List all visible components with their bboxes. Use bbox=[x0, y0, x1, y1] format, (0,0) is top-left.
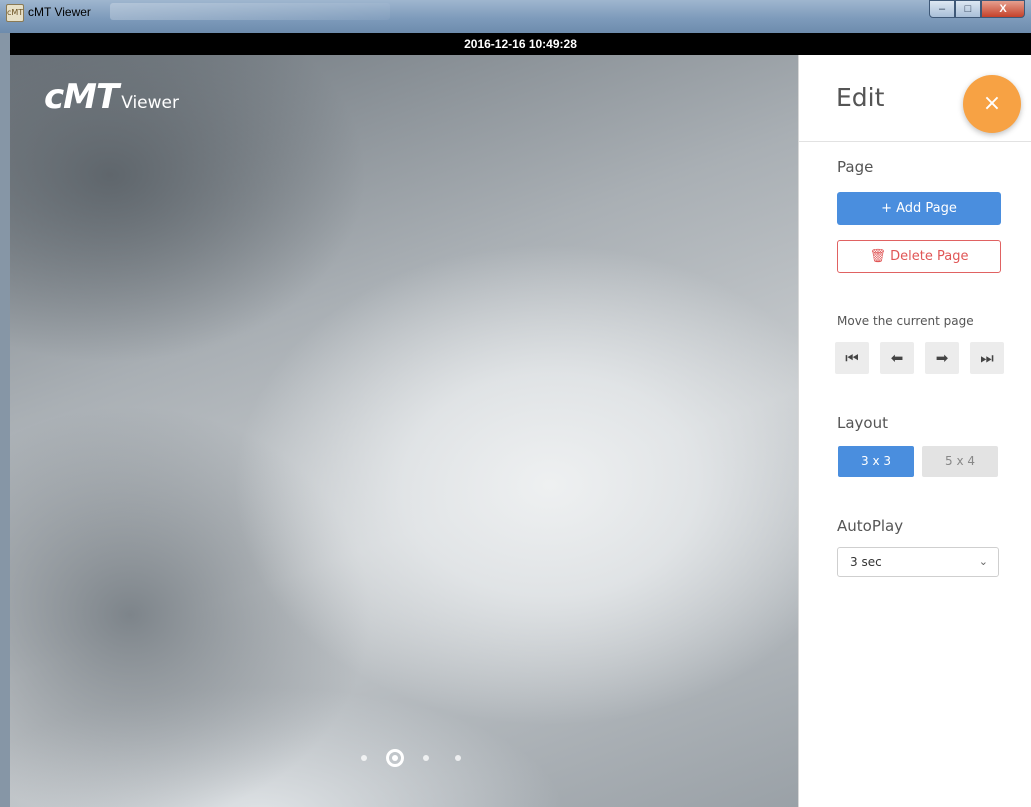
move-section-label: Move the current page bbox=[837, 314, 974, 328]
page-dot-3[interactable] bbox=[423, 755, 429, 761]
close-panel-button[interactable]: × bbox=[963, 75, 1021, 133]
page-section-label: Page bbox=[837, 158, 874, 176]
move-last-button[interactable]: ⏭ bbox=[970, 342, 1004, 374]
edit-panel: Edit × Page + Add Page 🗑 Delete Page Mov… bbox=[798, 55, 1031, 807]
page-dot-2-active[interactable] bbox=[386, 749, 404, 767]
autoplay-value: 3 sec bbox=[850, 555, 882, 569]
maximize-button[interactable]: □ bbox=[955, 0, 981, 18]
autoplay-section-label: AutoPlay bbox=[837, 517, 904, 535]
cmt-viewer-logo: cMT Viewer bbox=[44, 77, 179, 117]
edit-panel-title: Edit bbox=[836, 83, 885, 112]
window-left-border bbox=[0, 33, 10, 807]
datetime-bar: 2016-12-16 10:49:28 bbox=[10, 33, 1031, 55]
window-title: cMT Viewer bbox=[28, 5, 91, 19]
layout-options: 3 x 3 5 x 4 bbox=[838, 446, 998, 477]
move-first-button[interactable]: ⏮ bbox=[835, 342, 869, 374]
delete-page-label: Delete Page bbox=[890, 249, 969, 264]
close-icon: × bbox=[982, 91, 1002, 116]
app-icon: cMT bbox=[6, 4, 24, 22]
layout-5x4-button[interactable]: 5 x 4 bbox=[922, 446, 998, 477]
minimize-button[interactable]: – bbox=[929, 0, 955, 18]
move-next-button[interactable]: ➡ bbox=[925, 342, 959, 374]
titlebar-decoration bbox=[110, 3, 390, 20]
logo-main-text: cMT bbox=[44, 77, 119, 117]
autoplay-select[interactable]: 3 sec ⌄ bbox=[837, 547, 999, 577]
page-dot-1[interactable] bbox=[361, 755, 367, 761]
divider bbox=[799, 141, 1031, 142]
trash-icon: 🗑 bbox=[869, 249, 887, 264]
page-indicator bbox=[348, 749, 474, 767]
skip-last-icon: ⏭ bbox=[980, 349, 994, 367]
window-controls: – □ X bbox=[929, 0, 1025, 20]
delete-page-button[interactable]: 🗑 Delete Page bbox=[837, 240, 1001, 273]
move-prev-button[interactable]: ⬅ bbox=[880, 342, 914, 374]
page-dot-4[interactable] bbox=[455, 755, 461, 761]
arrow-left-icon: ⬅ bbox=[890, 349, 904, 367]
layout-section-label: Layout bbox=[837, 414, 888, 432]
chevron-down-icon: ⌄ bbox=[978, 555, 988, 568]
add-page-button[interactable]: + Add Page bbox=[837, 192, 1001, 225]
home-screen: cMT Viewer bbox=[10, 55, 798, 807]
logo-sub-text: Viewer bbox=[121, 93, 179, 113]
window-titlebar: cMT cMT Viewer – □ X bbox=[0, 0, 1031, 33]
layout-3x3-button[interactable]: 3 x 3 bbox=[838, 446, 914, 477]
move-page-controls: ⏮ ⬅ ➡ ⏭ bbox=[835, 342, 1004, 374]
datetime-text: 2016-12-16 10:49:28 bbox=[464, 37, 577, 51]
skip-first-icon: ⏮ bbox=[845, 349, 859, 367]
arrow-right-icon: ➡ bbox=[935, 349, 949, 367]
close-window-button[interactable]: X bbox=[981, 0, 1025, 18]
